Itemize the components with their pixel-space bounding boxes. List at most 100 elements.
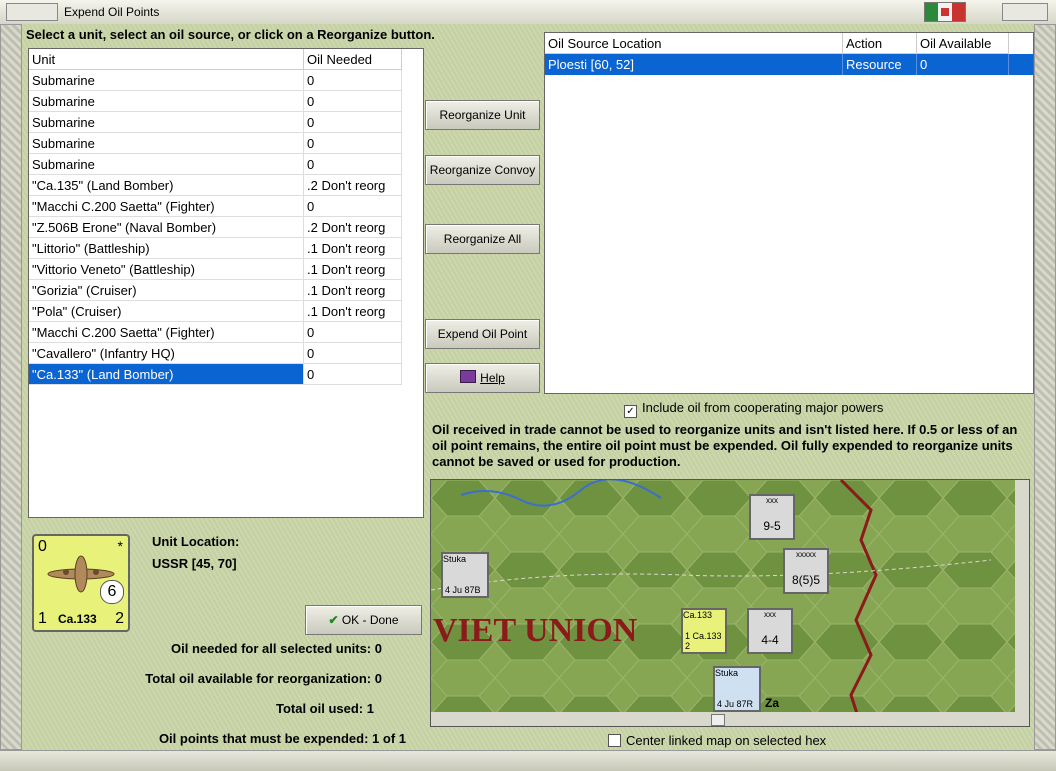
map-scroll-thumb[interactable] — [711, 714, 725, 726]
oil-needed-cell: .2 Don't reorg — [304, 175, 402, 196]
unit-row[interactable]: "Vittorio Veneto" (Battleship) .1 Don't r… — [29, 259, 423, 280]
unit-row[interactable]: "Cavallero" (Infantry HQ) 0 — [29, 343, 423, 364]
unit-name-cell: "Gorizia" (Cruiser) — [29, 280, 304, 301]
counter-code: Stuka — [715, 668, 739, 678]
counter-circle-value: 6 — [100, 580, 124, 604]
counter-bottom-left: 1 — [38, 610, 47, 627]
unit-name-cell: "Littorio" (Battleship) — [29, 238, 304, 259]
counter-code: Ca.133 — [683, 610, 713, 620]
oil-needed-cell: 0 — [304, 133, 402, 154]
counter-code: xxx — [766, 496, 778, 505]
unit-row[interactable]: "Macchi C.200 Saetta" (Fighter) 0 — [29, 322, 423, 343]
map-unit-stuka-87r[interactable]: Stuka 4 Ju 87R — [713, 666, 761, 712]
reorganize-all-button[interactable]: Reorganize All — [425, 224, 540, 254]
unit-row[interactable]: Submarine 0 — [29, 70, 423, 91]
oil-needed-label: Oil needed for all selected units: — [171, 641, 372, 656]
unit-name-cell: "Macchi C.200 Saetta" (Fighter) — [29, 196, 304, 217]
total-available-stat: Total oil available for reorganization: … — [62, 671, 382, 686]
unit-row[interactable]: "Ca.133" (Land Bomber) 0 — [29, 364, 423, 385]
linked-map[interactable]: VIET UNION xxx 9-5 xxxxx 8(5)5 xxx 4-4 S… — [430, 479, 1030, 727]
unit-row[interactable]: Submarine 0 — [29, 154, 423, 175]
unit-row[interactable]: "Ca.135" (Land Bomber) .2 Don't reorg — [29, 175, 423, 196]
oil-needed-cell: .1 Don't reorg — [304, 259, 402, 280]
unit-row[interactable]: "Macchi C.200 Saetta" (Fighter) 0 — [29, 196, 423, 217]
map-horizontal-scrollbar[interactable] — [431, 712, 1015, 726]
ok-done-button[interactable]: ✔ OK - Done — [305, 605, 422, 635]
instruction-text: Select a unit, select an oil source, or … — [26, 27, 435, 42]
include-oil-option[interactable]: ✓ Include oil from cooperating major powe… — [624, 400, 883, 418]
help-button[interactable]: Help — [425, 363, 540, 393]
map-unit-corps[interactable]: xxx 4-4 — [747, 608, 793, 654]
map-vertical-scrollbar[interactable] — [1015, 480, 1029, 712]
total-used-value: 1 — [366, 701, 374, 716]
selected-unit-counter: 0 * 6 1 Ca.133 2 — [32, 534, 130, 632]
bottom-frame — [0, 750, 1056, 771]
title-bar: Expend Oil Points — [0, 0, 1056, 25]
oil-needed-column-header[interactable]: Oil Needed — [304, 49, 402, 70]
unit-list-header: Unit Oil Needed — [29, 49, 423, 70]
unit-row[interactable]: "Littorio" (Battleship) .1 Don't reorg — [29, 238, 423, 259]
window-menu-button[interactable] — [6, 3, 58, 21]
counter-name: Ca.133 — [58, 612, 97, 626]
include-oil-checkbox[interactable]: ✓ — [624, 405, 637, 418]
reorganize-convoy-button[interactable]: Reorganize Convoy — [425, 155, 540, 185]
map-unit-ca133[interactable]: Ca.133 1 Ca.133 2 — [681, 608, 727, 654]
center-map-checkbox[interactable] — [608, 734, 621, 747]
close-button[interactable] — [1002, 3, 1048, 21]
include-oil-label: Include oil from cooperating major power… — [642, 400, 884, 415]
map-partial-label: Za — [765, 696, 780, 710]
dialog-content: Select a unit, select an oil source, or … — [22, 24, 1034, 750]
unit-name-cell: Submarine — [29, 70, 304, 91]
oil-source-location-column-header[interactable]: Oil Source Location — [545, 33, 843, 54]
help-button-label: Help — [480, 371, 505, 385]
total-available-label: Total oil available for reorganization: — [145, 671, 372, 686]
counter-value: 8(5)5 — [791, 573, 820, 587]
oil-source-header: Oil Source Location Action Oil Available — [545, 33, 1033, 54]
counter-value: 4 Ju 87B — [445, 585, 481, 595]
check-icon: ✔ — [328, 613, 339, 627]
unit-list[interactable]: Unit Oil Needed Submarine 0 Submarine 0 Subm… — [28, 48, 424, 518]
oil-source-location-cell: Ploesti [60, 52] — [545, 54, 843, 75]
oil-source-row[interactable]: Ploesti [60, 52] Resource 0 — [545, 54, 1033, 75]
total-available-value: 0 — [374, 671, 382, 686]
oil-source-list[interactable]: Oil Source Location Action Oil Available… — [544, 32, 1034, 394]
oil-needed-cell: .2 Don't reorg — [304, 217, 402, 238]
total-used-label: Total oil used: — [275, 701, 364, 716]
unit-column-header[interactable]: Unit — [29, 49, 304, 70]
unit-name-cell: "Ca.135" (Land Bomber) — [29, 175, 304, 196]
counter-value: 9-5 — [763, 519, 781, 533]
reorganize-unit-button[interactable]: Reorganize Unit — [425, 100, 540, 130]
map-unit-army[interactable]: xxxxx 8(5)5 — [783, 548, 829, 594]
oil-needed-cell: 0 — [304, 70, 402, 91]
unit-row[interactable]: "Gorizia" (Cruiser) .1 Don't reorg — [29, 280, 423, 301]
unit-name-cell: Submarine — [29, 154, 304, 175]
map-unit-infantry-corps[interactable]: xxx 9-5 — [749, 494, 795, 540]
counter-value: 4 Ju 87R — [717, 699, 754, 709]
action-column-header[interactable]: Action — [843, 33, 917, 54]
unit-row[interactable]: "Pola" (Cruiser) .1 Don't reorg — [29, 301, 423, 322]
unit-name-cell: "Ca.133" (Land Bomber) — [29, 364, 304, 385]
oil-needed-cell: .1 Don't reorg — [304, 238, 402, 259]
counter-bottom-right: 2 — [115, 610, 124, 627]
unit-row[interactable]: "Z.506B Erone" (Naval Bomber) .2 Don't re… — [29, 217, 423, 238]
unit-name-cell: "Macchi C.200 Saetta" (Fighter) — [29, 322, 304, 343]
unit-name-cell: Submarine — [29, 91, 304, 112]
unit-row[interactable]: Submarine 0 — [29, 133, 423, 154]
counter-code: xxxxx — [796, 550, 816, 559]
unit-name-cell: Submarine — [29, 133, 304, 154]
oil-needed-cell: 0 — [304, 343, 402, 364]
unit-row[interactable]: Submarine 0 — [29, 112, 423, 133]
map-region-label: VIET UNION — [433, 612, 638, 649]
oil-needed-cell: 0 — [304, 154, 402, 175]
oil-needed-cell: 0 — [304, 112, 402, 133]
map-unit-stuka-87b[interactable]: Stuka 4 Ju 87B — [441, 552, 489, 598]
oil-source-action-cell: Resource — [843, 54, 917, 75]
expend-oil-point-button[interactable]: Expend Oil Point — [425, 319, 540, 349]
unit-row[interactable]: Submarine 0 — [29, 91, 423, 112]
must-expend-label: Oil points that must be expended: — [158, 731, 369, 746]
oil-available-column-header[interactable]: Oil Available — [917, 33, 1009, 54]
counter-value: 1 Ca.133 2 — [685, 631, 722, 651]
counter-value: 4-4 — [761, 633, 779, 647]
center-map-option[interactable]: Center linked map on selected hex — [608, 733, 826, 748]
oil-needed-cell: .1 Don't reorg — [304, 301, 402, 322]
